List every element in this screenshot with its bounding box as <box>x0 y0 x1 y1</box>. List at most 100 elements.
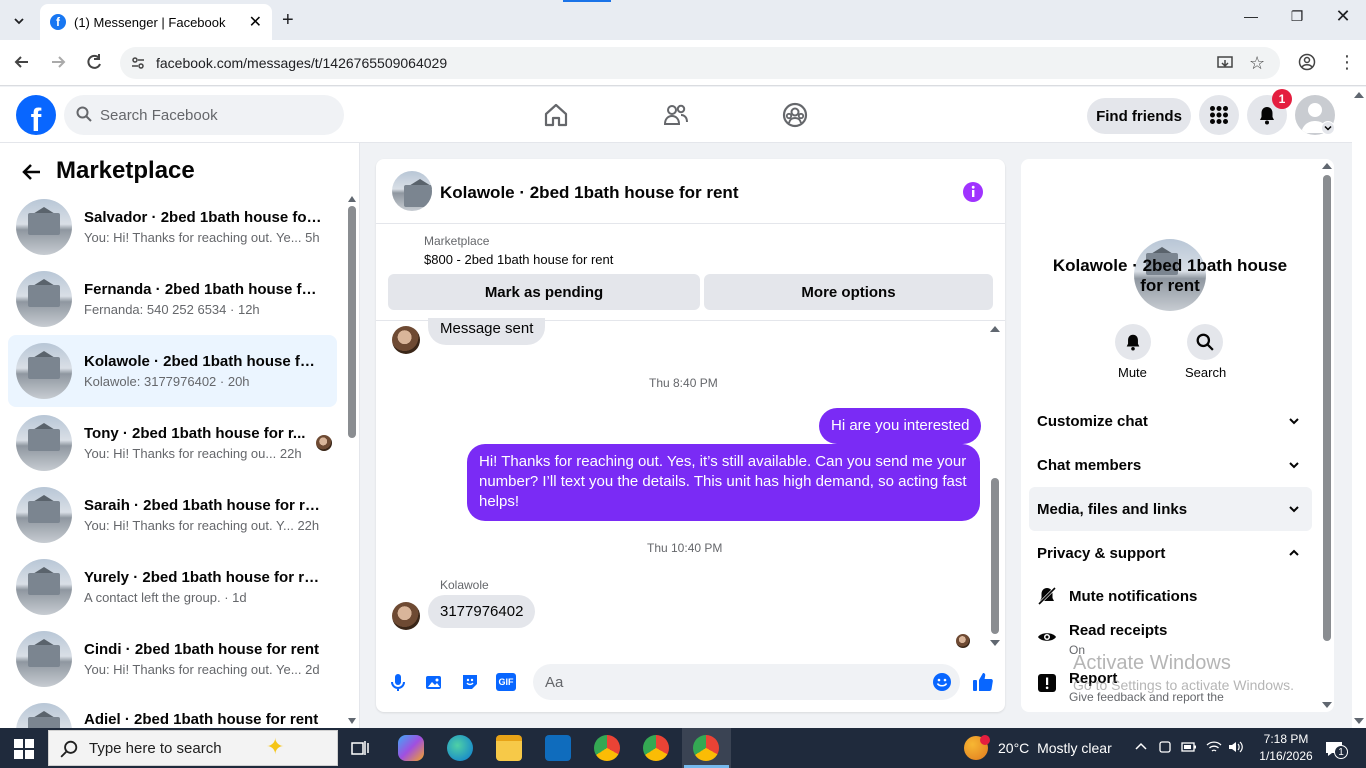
profile-icon[interactable] <box>1298 53 1316 71</box>
start-button[interactable] <box>14 739 34 759</box>
voice-clip-button[interactable] <box>388 672 408 692</box>
facebook-search-input[interactable]: Search Facebook <box>64 95 344 135</box>
conversation-snippet: You: Hi! Thanks for reaching out. Ye... … <box>84 230 320 245</box>
minimize-button[interactable]: — <box>1236 8 1266 24</box>
more-options-button[interactable]: More options <box>704 274 993 310</box>
close-window-button[interactable]: ✕ <box>1328 6 1358 27</box>
groups-icon <box>782 102 808 128</box>
taskbar-search-input[interactable]: Type here to search <box>48 730 338 766</box>
sender-avatar[interactable] <box>392 602 420 630</box>
browser-tab-active[interactable]: f (1) Messenger | Facebook ✕ <box>40 4 272 40</box>
message-timestamp: Thu 8:40 PM <box>649 376 718 390</box>
info-scroll-thumb[interactable] <box>1323 175 1331 641</box>
sender-avatar[interactable] <box>392 326 420 354</box>
system-tray-chevron-icon[interactable] <box>1134 740 1148 754</box>
page-scrollbar[interactable] <box>1352 88 1366 728</box>
listing-thumbnail <box>16 271 72 327</box>
restore-button[interactable]: ❐ <box>1282 8 1312 25</box>
browser-menu-icon[interactable]: ⋮ <box>1338 52 1356 72</box>
gif-button[interactable]: GIF <box>496 673 516 691</box>
conversation-item[interactable]: Yurely · 2bed 1bath house for rent A con… <box>8 551 337 623</box>
chat-members-row[interactable]: Chat members <box>1029 443 1312 487</box>
task-view-button[interactable] <box>350 738 370 758</box>
conversation-item[interactable]: Adiel · 2bed 1bath house for rent <box>8 695 337 728</box>
message-bubble-incoming[interactable]: Message sent <box>428 318 546 345</box>
microphone-icon <box>391 674 405 691</box>
facebook-logo[interactable]: f <box>16 95 56 135</box>
eye-icon <box>1038 633 1056 641</box>
conversation-item[interactable]: Tony · 2bed 1bath house for r... You: Hi… <box>8 407 337 479</box>
url-text: facebook.com/messages/t/1426765509064029 <box>156 55 448 71</box>
conversation-item[interactable]: Cindi · 2bed 1bath house for rent You: H… <box>8 623 337 695</box>
forward-button[interactable] <box>48 52 68 72</box>
like-button[interactable] <box>971 670 995 694</box>
mark-as-pending-button[interactable]: Mark as pending <box>388 274 700 310</box>
nav-home-button[interactable] <box>542 101 570 129</box>
outlook-app-icon[interactable] <box>545 735 571 761</box>
site-info-icon[interactable] <box>130 55 146 71</box>
chat-title[interactable]: Kolawole · 2bed 1bath house for rent <box>440 183 738 203</box>
mute-notifications-item[interactable]: Mute notifications <box>1037 586 1197 606</box>
back-button[interactable] <box>12 52 32 72</box>
meet-now-icon[interactable] <box>1158 740 1172 754</box>
attach-photo-button[interactable] <box>424 672 444 692</box>
media-files-links-row[interactable]: Media, files and links <box>1029 487 1312 531</box>
tab-close-icon[interactable]: ✕ <box>249 12 262 32</box>
chat-listing-avatar[interactable] <box>392 171 432 211</box>
sidebar-scrollbar[interactable] <box>348 196 356 724</box>
chrome-app-icon[interactable] <box>594 735 620 761</box>
weather-widget[interactable]: 20°C Mostly clear <box>998 740 1112 756</box>
privacy-support-row[interactable]: Privacy & support <box>1029 531 1312 575</box>
photo-icon <box>426 676 441 689</box>
back-arrow-button[interactable] <box>20 160 44 184</box>
conversation-item[interactable]: Fernanda · 2bed 1bath house for... Ferna… <box>8 263 337 335</box>
copilot-app-icon[interactable] <box>398 735 424 761</box>
find-friends-button[interactable]: Find friends <box>1087 98 1191 134</box>
tab-search-button[interactable] <box>8 10 30 32</box>
search-in-chat-button[interactable] <box>1187 324 1223 360</box>
message-bubble-outgoing[interactable]: Hi are you interested <box>819 408 982 444</box>
file-explorer-app-icon[interactable] <box>496 735 522 761</box>
tab-title: (1) Messenger | Facebook <box>74 14 226 30</box>
reload-button[interactable] <box>84 52 104 72</box>
bookmark-star-icon[interactable]: ☆ <box>1249 53 1265 74</box>
sender-name: Kolawole <box>440 578 489 592</box>
sticker-button[interactable] <box>460 672 480 692</box>
new-tab-button[interactable]: + <box>282 9 294 32</box>
conversation-item[interactable]: Saraih · 2bed 1bath house for rent You: … <box>8 479 337 551</box>
sidebar-scroll-thumb[interactable] <box>348 206 356 438</box>
emoji-button[interactable] <box>932 672 952 692</box>
chrome-active-app-icon[interactable] <box>693 735 719 761</box>
wifi-icon[interactable] <box>1206 740 1222 754</box>
message-bubble-incoming[interactable]: 3177976402 <box>428 595 536 628</box>
media-files-label: Media, files and links <box>1037 500 1188 518</box>
conversation-item[interactable]: Salvador · 2bed 1bath house for ... You:… <box>8 191 337 263</box>
chrome-profile-app-icon[interactable] <box>643 735 669 761</box>
search-icon <box>1196 333 1214 351</box>
customize-chat-row[interactable]: Customize chat <box>1029 399 1312 443</box>
battery-icon[interactable] <box>1181 741 1197 753</box>
chat-scrollbar[interactable] <box>990 326 1000 646</box>
install-app-icon[interactable] <box>1216 54 1234 72</box>
menu-button[interactable] <box>1199 95 1239 135</box>
edge-app-icon[interactable] <box>447 735 473 761</box>
conversation-item-active[interactable]: Kolawole · 2bed 1bath house for... Kolaw… <box>8 335 337 407</box>
message-input[interactable]: Aa <box>533 664 960 700</box>
clock[interactable]: 7:18 PM 1/16/2026 <box>1256 731 1316 765</box>
info-button[interactable] <box>962 181 984 203</box>
nav-friends-button[interactable] <box>662 101 690 129</box>
nav-groups-button[interactable] <box>781 101 809 129</box>
volume-icon[interactable] <box>1228 740 1244 754</box>
listing-thumbnail <box>16 487 72 543</box>
windows-logo-icon <box>14 739 34 759</box>
customize-chat-label: Customize chat <box>1037 412 1148 430</box>
listing-title[interactable]: $800 - 2bed 1bath house for rent <box>424 252 613 267</box>
account-chevron-icon[interactable] <box>1321 121 1335 135</box>
message-bubble-outgoing[interactable]: Hi! Thanks for reaching out. Yes, it’s s… <box>467 444 980 521</box>
chat-scroll-thumb[interactable] <box>991 478 999 634</box>
warning-icon <box>1038 674 1056 692</box>
mute-button[interactable] <box>1115 324 1151 360</box>
info-scrollbar[interactable] <box>1322 163 1332 708</box>
listing-thumbnail <box>16 343 72 399</box>
url-bar[interactable]: facebook.com/messages/t/1426765509064029 <box>120 47 1280 79</box>
